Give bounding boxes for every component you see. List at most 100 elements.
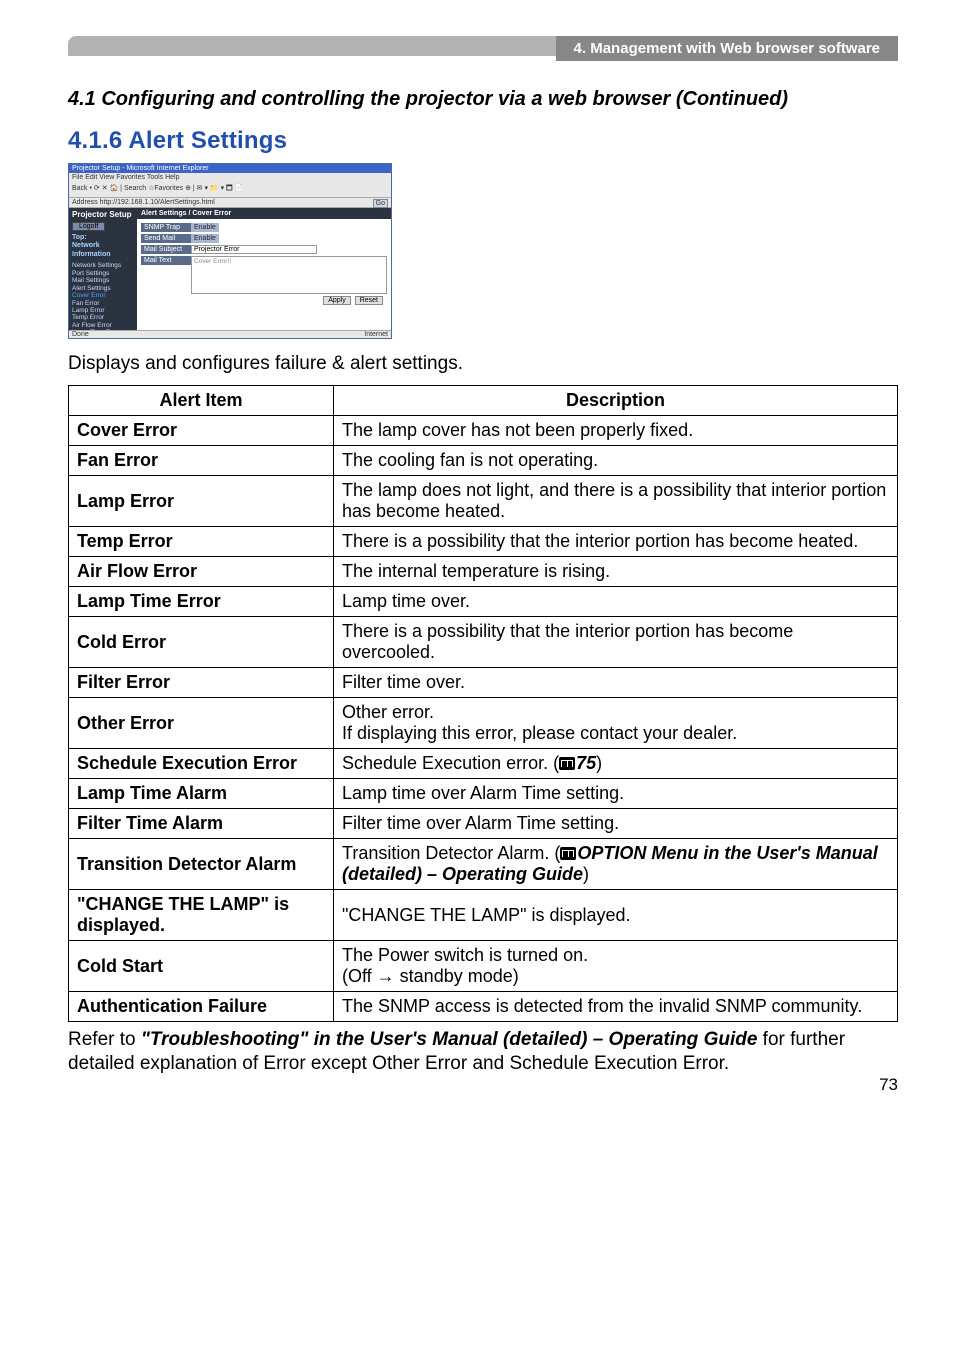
alert-desc: There is a possibility that the interior…: [334, 527, 898, 557]
snmp-trap-label: SNMP Trap: [141, 223, 191, 232]
section-continued: 4.1 Configuring and controlling the proj…: [68, 88, 898, 111]
screenshot-alert-settings: Projector Setup - Microsoft Internet Exp…: [68, 163, 392, 339]
subsection-title: 4.1.6 Alert Settings: [68, 127, 898, 155]
alert-desc: "CHANGE THE LAMP" is displayed.: [334, 890, 898, 941]
sidebar-network-settings[interactable]: Network Settings: [72, 262, 134, 269]
alert-item: Lamp Time Alarm: [69, 779, 334, 809]
alert-item: Lamp Time Error: [69, 587, 334, 617]
ie-status-bar: Done Internet: [69, 330, 391, 338]
alert-item: Air Flow Error: [69, 557, 334, 587]
desc-post: ): [596, 753, 602, 773]
table-row: Lamp Error The lamp does not light, and …: [69, 476, 898, 527]
send-mail-label: Send Mail: [141, 234, 191, 243]
alert-desc-line: Other error.: [342, 702, 434, 722]
refnote-em: "Troubleshooting" in the User's Manual (…: [141, 1029, 758, 1050]
table-row: Lamp Time Error Lamp time over.: [69, 587, 898, 617]
screenshot-main: Alert Settings / Cover Error SNMP Trap E…: [137, 208, 391, 338]
table-row: Air Flow Error The internal temperature …: [69, 557, 898, 587]
sidebar-alert-settings[interactable]: Alert Settings: [72, 285, 134, 292]
reference-note: Refer to "Troubleshooting" in the User's…: [68, 1028, 898, 1077]
manual-icon: [559, 757, 575, 770]
alert-item: Cold Start: [69, 941, 334, 992]
refnote-pre: Refer to: [68, 1029, 141, 1050]
table-row: Filter Error Filter time over.: [69, 668, 898, 698]
alert-item: Cold Error: [69, 617, 334, 668]
ie-go-button[interactable]: Go: [373, 199, 388, 208]
sidebar-item[interactable]: Lamp Error: [72, 307, 134, 314]
table-row: Filter Time Alarm Filter time over Alarm…: [69, 809, 898, 839]
alert-item: Fan Error: [69, 446, 334, 476]
alert-desc-line: If displaying this error, please contact…: [342, 723, 737, 743]
ie-menubar: File Edit View Favorites Tools Help: [69, 173, 391, 182]
table-row: Authentication Failure The SNMP access i…: [69, 992, 898, 1022]
alert-desc: The lamp does not light, and there is a …: [334, 476, 898, 527]
sidebar-top: Top:: [72, 234, 134, 242]
alert-desc: The lamp cover has not been properly fix…: [334, 416, 898, 446]
mail-subject-label: Mail Subject: [141, 245, 191, 254]
page-ref: 75: [576, 753, 596, 773]
table-row: Fan Error The cooling fan is not operati…: [69, 446, 898, 476]
ie-address-text: Address http://192.168.1.10/AlertSetting…: [72, 199, 215, 206]
screenshot-sidebar: Projector Setup Logoff Top: Network Info…: [69, 208, 137, 338]
alert-item: "CHANGE THE LAMP" is displayed.: [69, 890, 334, 941]
alert-desc: The SNMP access is detected from the inv…: [334, 992, 898, 1022]
th-alert-item: Alert Item: [69, 386, 334, 416]
sidebar-item[interactable]: Fan Error: [72, 300, 134, 307]
manual-icon: [560, 847, 576, 860]
table-row: Cold Start The Power switch is turned on…: [69, 941, 898, 992]
table-row: Temp Error There is a possibility that t…: [69, 527, 898, 557]
sidebar-heading: Projector Setup: [72, 210, 134, 219]
ie-toolbar: Back • ⟳ ✕ 🏠 | Search ☆Favorites ⊕ | ✉ ▾…: [69, 182, 391, 198]
alert-desc: Transition Detector Alarm. (OPTION Menu …: [334, 839, 898, 890]
ie-titlebar: Projector Setup - Microsoft Internet Exp…: [69, 164, 391, 173]
sidebar-item[interactable]: Air Flow Error: [72, 322, 134, 329]
mail-text-input[interactable]: Cover Error!!: [191, 256, 387, 294]
alert-desc: Filter time over Alarm Time setting.: [334, 809, 898, 839]
snmp-trap-value[interactable]: Enable: [191, 223, 219, 232]
alert-desc-line: The Power switch is turned on.: [342, 945, 588, 965]
th-description: Description: [334, 386, 898, 416]
sidebar-mail-settings[interactable]: Mail Settings: [72, 277, 134, 284]
mail-subject-input[interactable]: Projector Error: [191, 245, 317, 254]
alert-desc: Lamp time over Alarm Time setting.: [334, 779, 898, 809]
chapter-header: 4. Management with Web browser software: [68, 36, 898, 64]
alert-item: Temp Error: [69, 527, 334, 557]
table-row: Lamp Time Alarm Lamp time over Alarm Tim…: [69, 779, 898, 809]
ie-status-left: Done: [72, 331, 89, 338]
intro-text: Displays and configures failure & alert …: [68, 353, 898, 375]
alert-table: Alert Item Description Cover Error The l…: [68, 385, 898, 1022]
alert-desc: Other error. If displaying this error, p…: [334, 698, 898, 749]
alert-item: Filter Error: [69, 668, 334, 698]
table-row: Other Error Other error. If displaying t…: [69, 698, 898, 749]
logoff-button[interactable]: Logoff: [72, 222, 105, 231]
table-row: Cold Error There is a possibility that t…: [69, 617, 898, 668]
alert-item: Other Error: [69, 698, 334, 749]
apply-button[interactable]: Apply: [323, 296, 351, 305]
alert-item: Authentication Failure: [69, 992, 334, 1022]
alert-item: Filter Time Alarm: [69, 809, 334, 839]
table-row: Schedule Execution Error Schedule Execut…: [69, 749, 898, 779]
sidebar-item[interactable]: Temp Error: [72, 314, 134, 321]
alert-desc: Lamp time over.: [334, 587, 898, 617]
alert-desc: The Power switch is turned on. (Off → st…: [334, 941, 898, 992]
alert-desc: The internal temperature is rising.: [334, 557, 898, 587]
mail-text-label: Mail Text: [141, 256, 191, 265]
alert-desc-line: (Off → standby mode): [342, 966, 519, 986]
send-mail-value[interactable]: Enable: [191, 234, 219, 243]
ie-address-bar: Address http://192.168.1.10/AlertSetting…: [69, 198, 391, 208]
sidebar-item[interactable]: Cover Error: [72, 292, 134, 299]
desc-pre: Schedule Execution error. (: [342, 753, 559, 773]
reset-button[interactable]: Reset: [355, 296, 383, 305]
ie-status-right: Internet: [364, 331, 388, 338]
sidebar-information[interactable]: Information: [72, 251, 134, 259]
page-number: 73: [68, 1075, 898, 1095]
sidebar-port-settings[interactable]: Port Settings: [72, 270, 134, 277]
alert-item: Transition Detector Alarm: [69, 839, 334, 890]
table-row: "CHANGE THE LAMP" is displayed. "CHANGE …: [69, 890, 898, 941]
alert-desc: The cooling fan is not operating.: [334, 446, 898, 476]
sidebar-network[interactable]: Network: [72, 242, 134, 250]
alert-desc: Filter time over.: [334, 668, 898, 698]
alert-desc: Schedule Execution error. ( 75): [334, 749, 898, 779]
chapter-title: 4. Management with Web browser software: [556, 36, 898, 61]
alert-desc: There is a possibility that the interior…: [334, 617, 898, 668]
